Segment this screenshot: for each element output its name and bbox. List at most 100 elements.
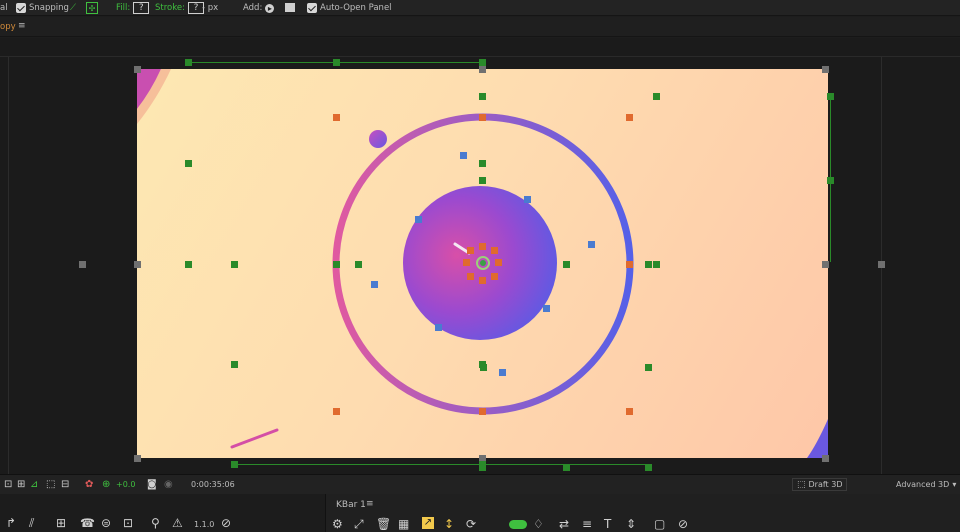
green-handle[interactable] <box>333 59 340 66</box>
fill-control[interactable]: Fill: ? <box>116 2 150 14</box>
green-handle[interactable] <box>827 177 834 184</box>
blue-handle[interactable] <box>371 281 378 288</box>
gray-handle[interactable] <box>134 455 141 462</box>
grid-toggle-icon[interactable]: ⊞ <box>17 478 25 492</box>
timecode-display[interactable]: 0:00:35:06 <box>191 480 235 489</box>
orange-handle[interactable] <box>467 247 474 254</box>
green-handle[interactable] <box>231 361 238 368</box>
green-handle[interactable] <box>231 261 238 268</box>
text-tool-icon[interactable]: T <box>604 517 611 531</box>
exposure-reset-icon[interactable]: ⊕ <box>102 478 110 492</box>
color-channel-icon[interactable]: ✿ <box>85 478 93 492</box>
green-handle[interactable] <box>645 261 652 268</box>
green-handle[interactable] <box>645 364 652 371</box>
blue-handle[interactable] <box>588 241 595 248</box>
renderer-mode-dropdown[interactable]: Advanced 3D ▾ <box>893 478 959 491</box>
green-handle[interactable] <box>185 59 192 66</box>
renderer-button[interactable]: ⬚ Draft 3D <box>792 478 848 491</box>
snapping-checkbox[interactable] <box>16 3 26 13</box>
sort-icon[interactable]: ⇕ <box>626 517 636 531</box>
gray-handle[interactable] <box>134 261 141 268</box>
auto-open-checkbox[interactable] <box>307 3 317 13</box>
orange-handle[interactable] <box>491 273 498 280</box>
blue-handle[interactable] <box>499 369 506 376</box>
green-handle[interactable] <box>231 461 238 468</box>
swap-icon[interactable]: ⇄ <box>559 517 569 531</box>
mask-visibility-icon[interactable]: ⊿ <box>30 478 38 492</box>
green-handle[interactable] <box>185 261 192 268</box>
orange-handle[interactable] <box>491 247 498 254</box>
green-handle[interactable] <box>563 464 570 471</box>
fill-swatch[interactable]: ? <box>133 2 150 14</box>
tool-icon-4[interactable]: ☎ <box>80 516 95 530</box>
gray-handle[interactable] <box>822 66 829 73</box>
green-handle[interactable] <box>479 160 486 167</box>
orange-handle[interactable] <box>495 259 502 266</box>
green-handle[interactable] <box>479 93 486 100</box>
green-handle[interactable] <box>645 464 652 471</box>
transparency-grid-icon[interactable]: ⊟ <box>61 478 69 492</box>
toggle-switch[interactable] <box>509 520 527 529</box>
green-handle[interactable] <box>653 93 660 100</box>
tool-icon-2[interactable]: ⫽ <box>29 516 34 530</box>
composition-canvas[interactable] <box>137 69 828 458</box>
orange-handle[interactable] <box>626 114 633 121</box>
auto-open-panel-toggle[interactable]: Auto-Open Panel <box>307 2 392 14</box>
snapshot-icon[interactable]: ◙ <box>147 478 157 492</box>
green-handle[interactable] <box>479 464 486 471</box>
vertical-arrow-icon[interactable]: ↕ <box>444 517 454 531</box>
blue-handle[interactable] <box>415 216 422 223</box>
orange-handle[interactable] <box>467 273 474 280</box>
add-dropdown-icon[interactable]: ▸ <box>265 3 275 13</box>
green-handle[interactable] <box>480 364 487 371</box>
green-handle[interactable] <box>563 261 570 268</box>
green-handle[interactable] <box>333 261 340 268</box>
disable-icon[interactable]: ⊘ <box>221 516 231 530</box>
blue-handle[interactable] <box>460 152 467 159</box>
blue-handle[interactable] <box>543 305 550 312</box>
panel-tab-label[interactable]: opy <box>0 22 16 32</box>
script-icon[interactable]: ↗ <box>422 517 434 529</box>
orange-handle[interactable] <box>479 408 486 415</box>
orange-handle[interactable] <box>626 261 633 268</box>
tool-icon-1[interactable]: ↱ <box>6 516 16 530</box>
green-handle[interactable] <box>653 261 660 268</box>
tool-icon-3[interactable]: ⊞ <box>56 516 66 530</box>
align-icon[interactable]: ≡ <box>582 517 592 531</box>
kbar-menu-icon[interactable]: ≡ <box>366 499 374 509</box>
refresh-icon[interactable]: ⟳ <box>466 517 476 531</box>
tool-icon-6[interactable]: ⊡ <box>123 516 133 530</box>
stroke-control[interactable]: Stroke: ? <box>155 2 204 14</box>
gray-handle[interactable] <box>79 261 86 268</box>
settings-gear-icon[interactable]: ⚙ <box>332 517 343 531</box>
gray-handle[interactable] <box>479 66 486 73</box>
orange-handle[interactable] <box>626 408 633 415</box>
blue-handle[interactable] <box>524 196 531 203</box>
rectangle-icon[interactable]: ▢ <box>654 517 665 531</box>
gray-handle[interactable] <box>822 455 829 462</box>
orange-handle[interactable] <box>479 114 486 121</box>
tool-icon-7[interactable]: ⚲ <box>151 516 160 530</box>
snap-feature-icon[interactable]: ✣ <box>86 2 98 14</box>
panel-menu-icon[interactable]: ≡ <box>18 21 26 31</box>
snapping-toggle[interactable]: Snapping <box>16 2 69 14</box>
orange-handle[interactable] <box>479 277 486 284</box>
green-handle[interactable] <box>827 93 834 100</box>
add-control[interactable]: Add: ▸ <box>243 2 275 14</box>
gray-handle[interactable] <box>134 66 141 73</box>
tool-icon-5[interactable]: ⊜ <box>101 516 111 530</box>
blue-handle[interactable] <box>435 324 442 331</box>
shape-icon[interactable]: ♢ <box>533 517 544 531</box>
orange-handle[interactable] <box>463 259 470 266</box>
show-snapshot-icon[interactable]: ◉ <box>164 478 173 492</box>
panel-icon[interactable] <box>285 3 295 12</box>
green-handle[interactable] <box>479 177 486 184</box>
region-of-interest-icon[interactable]: ⬚ <box>46 478 55 492</box>
expand-arrows-icon[interactable]: ⤢ <box>354 517 364 531</box>
green-handle[interactable] <box>479 59 486 66</box>
trash-icon[interactable]: 🗑 <box>376 517 391 531</box>
snap-edge-icon[interactable]: ⟋ <box>70 2 76 14</box>
green-handle[interactable] <box>185 160 192 167</box>
green-handle[interactable] <box>355 261 362 268</box>
film-strip-icon[interactable]: ▦ <box>398 517 409 531</box>
